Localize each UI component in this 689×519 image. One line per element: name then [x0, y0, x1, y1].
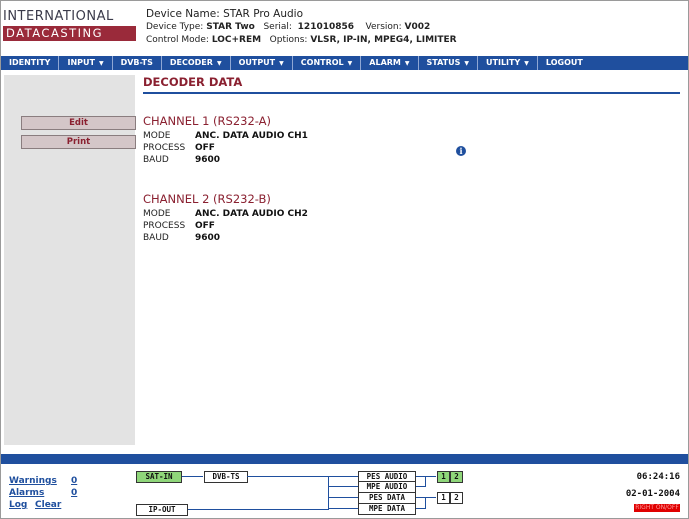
device-type-label: Device Type:: [146, 22, 204, 32]
main-content: DECODER DATA CHANNEL 1 (RS232-A) MODE ANC…: [143, 75, 683, 243]
baud-label: BAUD: [143, 155, 169, 165]
info-icon[interactable]: i: [456, 146, 466, 156]
nav-alarm[interactable]: ALARM ▼: [361, 56, 419, 70]
alarms-link[interactable]: Alarms: [9, 488, 44, 498]
control-mode: LOC+REM: [211, 35, 262, 45]
nav-input[interactable]: INPUT ▼: [59, 56, 113, 70]
flow-line: [328, 476, 329, 509]
nav-utility[interactable]: UTILITY ▼: [478, 56, 538, 70]
chevron-down-icon: ▼: [404, 60, 410, 67]
options-label: Options:: [269, 35, 308, 45]
baud-label: BAUD: [143, 233, 169, 243]
data-channel-1[interactable]: 1: [437, 492, 450, 504]
device-type: STAR Two: [206, 22, 255, 32]
channel-2-section: CHANNEL 2 (RS232-B) MODE ANC. DATA AUDIO …: [143, 192, 543, 244]
mode-label: MODE: [143, 131, 171, 141]
flow-line: [425, 476, 426, 487]
channel-1-process: OFF: [195, 143, 215, 153]
device-name-label: Device Name:: [146, 8, 220, 20]
mpe-data-block[interactable]: MPE DATA: [358, 503, 416, 515]
log-link[interactable]: Log: [9, 500, 27, 510]
channel-2-process: OFF: [195, 221, 215, 231]
nav-dvb-ts[interactable]: DVB-TS: [113, 56, 162, 70]
chevron-down-icon: ▼: [347, 60, 353, 67]
flow-line: [182, 476, 203, 477]
channel-1-mode: ANC. DATA AUDIO CH1: [195, 131, 308, 141]
nav-decoder[interactable]: DECODER ▼: [162, 56, 231, 70]
dvb-ts-block[interactable]: DVB-TS: [204, 471, 248, 483]
channel-2-baud: 9600: [195, 233, 221, 243]
flow-line: [328, 486, 358, 487]
device-name: STAR Pro Audio: [223, 8, 304, 20]
channel-1-baud: 9600: [195, 155, 221, 165]
flow-line: [328, 497, 358, 498]
status-badge: RIGHT ON/OFF: [634, 504, 680, 512]
ip-out-block[interactable]: IP-OUT: [136, 504, 188, 516]
company-logo: INTERNATIONAL DATACASTING: [3, 9, 136, 41]
flow-line: [328, 508, 358, 509]
channel-2-title: CHANNEL 2 (RS232-B): [143, 192, 271, 206]
page-title: DECODER DATA: [143, 75, 680, 94]
chevron-down-icon: ▼: [98, 60, 104, 67]
serial-value: 121010856: [297, 22, 355, 32]
chevron-down-icon: ▼: [216, 60, 222, 67]
alarms-count: 0: [71, 488, 78, 498]
warnings-link[interactable]: Warnings: [9, 476, 57, 486]
nav-identity[interactable]: IDENTITY: [1, 56, 60, 70]
status-bar-divider: [1, 454, 688, 464]
data-channel-2[interactable]: 2: [450, 492, 463, 504]
nav-output[interactable]: OUTPUT ▼: [231, 56, 293, 70]
header: INTERNATIONAL DATACASTING Device Name: S…: [1, 1, 688, 56]
flow-line: [425, 497, 426, 509]
channel-1-title: CHANNEL 1 (RS232-A): [143, 114, 272, 128]
audio-channel-2[interactable]: 2: [450, 471, 463, 483]
channel-1-section: CHANNEL 1 (RS232-A) MODE ANC. DATA AUDIO …: [143, 114, 543, 166]
logo-line-1: INTERNATIONAL: [3, 9, 114, 24]
control-mode-label: Control Mode:: [146, 35, 209, 45]
nav-logout[interactable]: LOGOUT: [538, 56, 591, 70]
options-value: VLSR, IP-IN, MPEG4, LIMITER: [310, 35, 457, 45]
process-label: PROCESS: [143, 143, 186, 153]
channel-2-mode: ANC. DATA AUDIO CH2: [195, 209, 308, 219]
nav-status[interactable]: STATUS ▼: [419, 56, 479, 70]
edit-button[interactable]: Edit: [21, 116, 136, 130]
process-label: PROCESS: [143, 221, 186, 231]
footer: Warnings 0 Alarms 0 Log Clear SAT-IN DVB…: [1, 464, 688, 518]
chevron-down-icon: ▼: [279, 60, 284, 67]
serial-label: Serial:: [263, 22, 292, 32]
main-nav: IDENTITY INPUT ▼ DVB-TS DECODER ▼ OUTPUT ▼ …: [1, 56, 688, 70]
sidebar: Edit Print: [4, 75, 136, 445]
device-info: Device Name: STAR Pro Audio Device Type:…: [146, 8, 457, 47]
warnings-count: 0: [71, 476, 78, 486]
flow-line: [247, 476, 358, 477]
chevron-down-icon: ▼: [464, 60, 470, 67]
audio-channel-1[interactable]: 1: [437, 471, 450, 483]
sat-in-block[interactable]: SAT-IN: [136, 471, 182, 483]
clear-link[interactable]: Clear: [35, 500, 61, 510]
chevron-down-icon: ▼: [524, 60, 529, 67]
clock-time: 06:24:16: [636, 472, 680, 482]
nav-control[interactable]: CONTROL ▼: [293, 56, 362, 70]
clock-date: 02-01-2004: [625, 489, 680, 499]
version-label: Version:: [365, 22, 402, 32]
flow-line: [188, 509, 329, 510]
mode-label: MODE: [143, 209, 171, 219]
flow-line: [416, 497, 436, 498]
flow-line: [416, 476, 436, 477]
print-button[interactable]: Print: [21, 135, 136, 149]
logo-line-2: DATACASTING: [3, 26, 136, 41]
version-value: V002: [404, 22, 431, 32]
